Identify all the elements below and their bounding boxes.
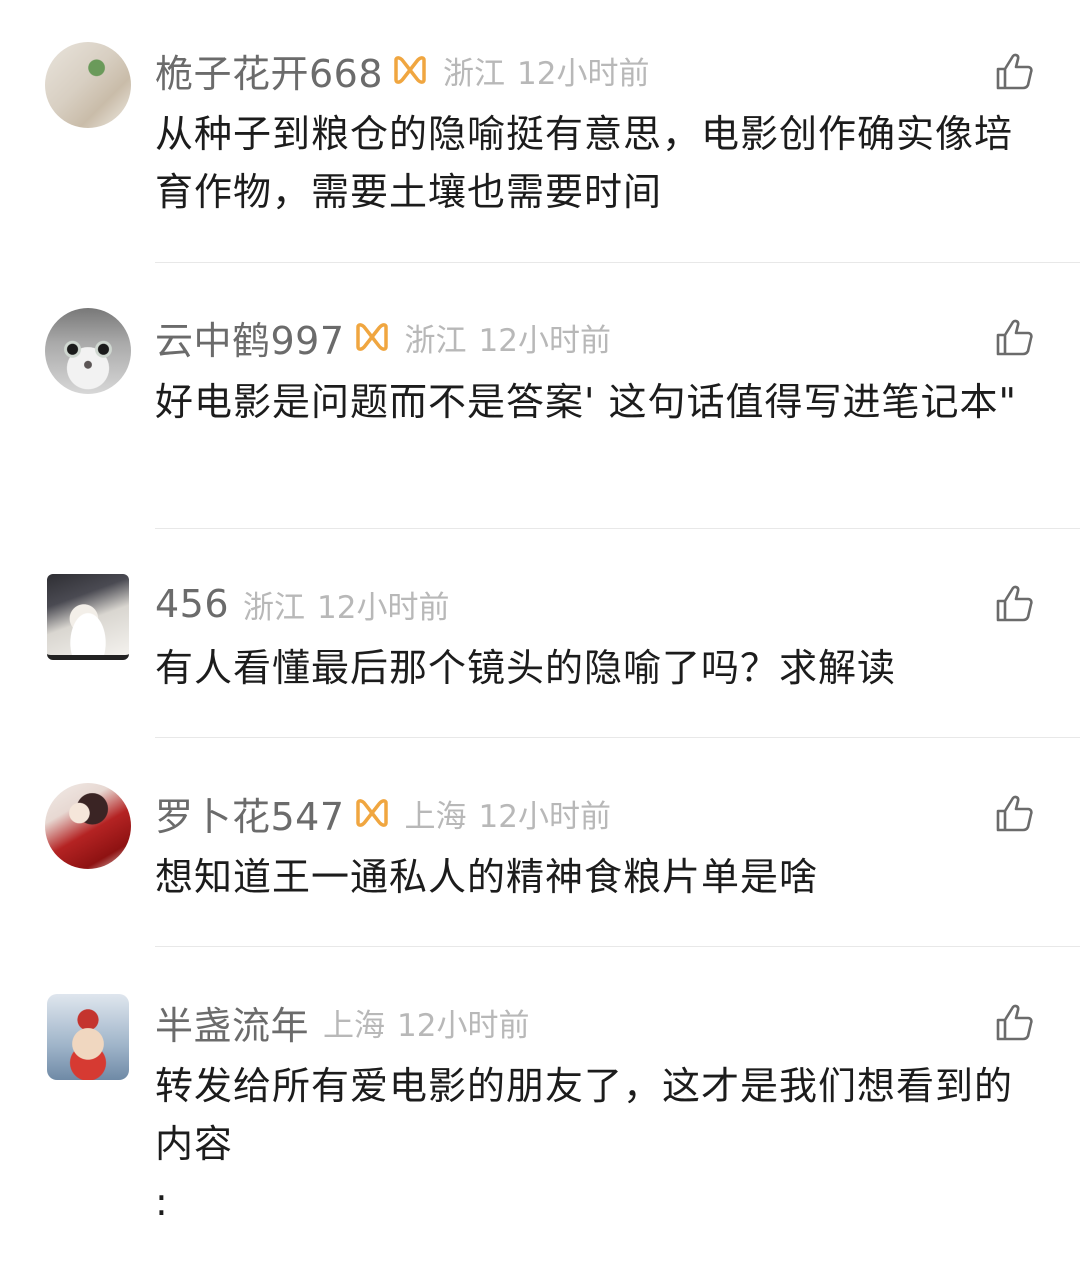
thumbs-up-icon[interactable] — [994, 584, 1034, 624]
username[interactable]: 罗卜花547 — [155, 786, 345, 841]
location: 浙江 — [243, 589, 306, 626]
timestamp: 12小时前 — [397, 1007, 530, 1044]
username[interactable]: 456 — [155, 582, 229, 626]
divider — [155, 262, 1080, 263]
avatar[interactable] — [45, 308, 131, 394]
timestamp: 12小时前 — [478, 322, 611, 359]
timestamp: 12小时前 — [478, 798, 611, 835]
avatar[interactable] — [45, 42, 131, 128]
avatar[interactable] — [47, 574, 129, 660]
location: 浙江 — [404, 322, 467, 359]
location: 上海 — [404, 798, 467, 835]
comment-meta: 云中鹤997 浙江 12小时前 — [155, 307, 611, 367]
username[interactable]: 桅子花开668 — [155, 43, 383, 98]
divider — [155, 946, 1080, 947]
divider — [155, 528, 1080, 529]
divider — [155, 737, 1080, 738]
comment-meta: 桅子花开668 浙江 12小时前 — [155, 40, 649, 100]
vip-badge-icon — [355, 799, 388, 827]
timestamp: 12小时前 — [317, 589, 450, 626]
username[interactable]: 云中鹤997 — [155, 310, 345, 365]
thumbs-up-icon[interactable] — [994, 52, 1034, 92]
thumbs-up-icon[interactable] — [994, 794, 1034, 834]
comment-text: 有人看懂最后那个镜头的隐喻了吗？求解读 — [155, 646, 897, 690]
avatar[interactable] — [45, 783, 131, 869]
comment-meta: 罗卜花547 上海 12小时前 — [155, 783, 611, 843]
vip-badge-icon — [394, 56, 426, 84]
comment-meta: 456 浙江 12小时前 — [155, 574, 449, 634]
comment-meta: 半盏流年 上海 12小时前 — [155, 992, 529, 1052]
comment-text: 想知道王一通私人的精神食粮片单是啥 — [155, 855, 819, 899]
username[interactable]: 半盏流年 — [155, 995, 309, 1050]
thumbs-up-icon[interactable] — [994, 318, 1034, 358]
comment-text: 从种子到粮仓的隐喻挺有意思，电影创作确实像培育作物，需要土壤也需要时间 — [155, 112, 1014, 214]
timestamp: 12小时前 — [517, 55, 650, 92]
location: 上海 — [323, 1007, 386, 1044]
location: 浙江 — [443, 55, 506, 92]
avatar[interactable] — [47, 994, 129, 1080]
comment-text: 好电影是问题而不是答案' 这句话值得写进笔记本" — [155, 380, 1018, 424]
comment-text: 转发给所有爱电影的朋友了，这才是我们想看到的内容 : — [155, 1064, 1014, 1224]
vip-badge-icon — [355, 323, 388, 351]
thumbs-up-icon[interactable] — [994, 1003, 1034, 1043]
